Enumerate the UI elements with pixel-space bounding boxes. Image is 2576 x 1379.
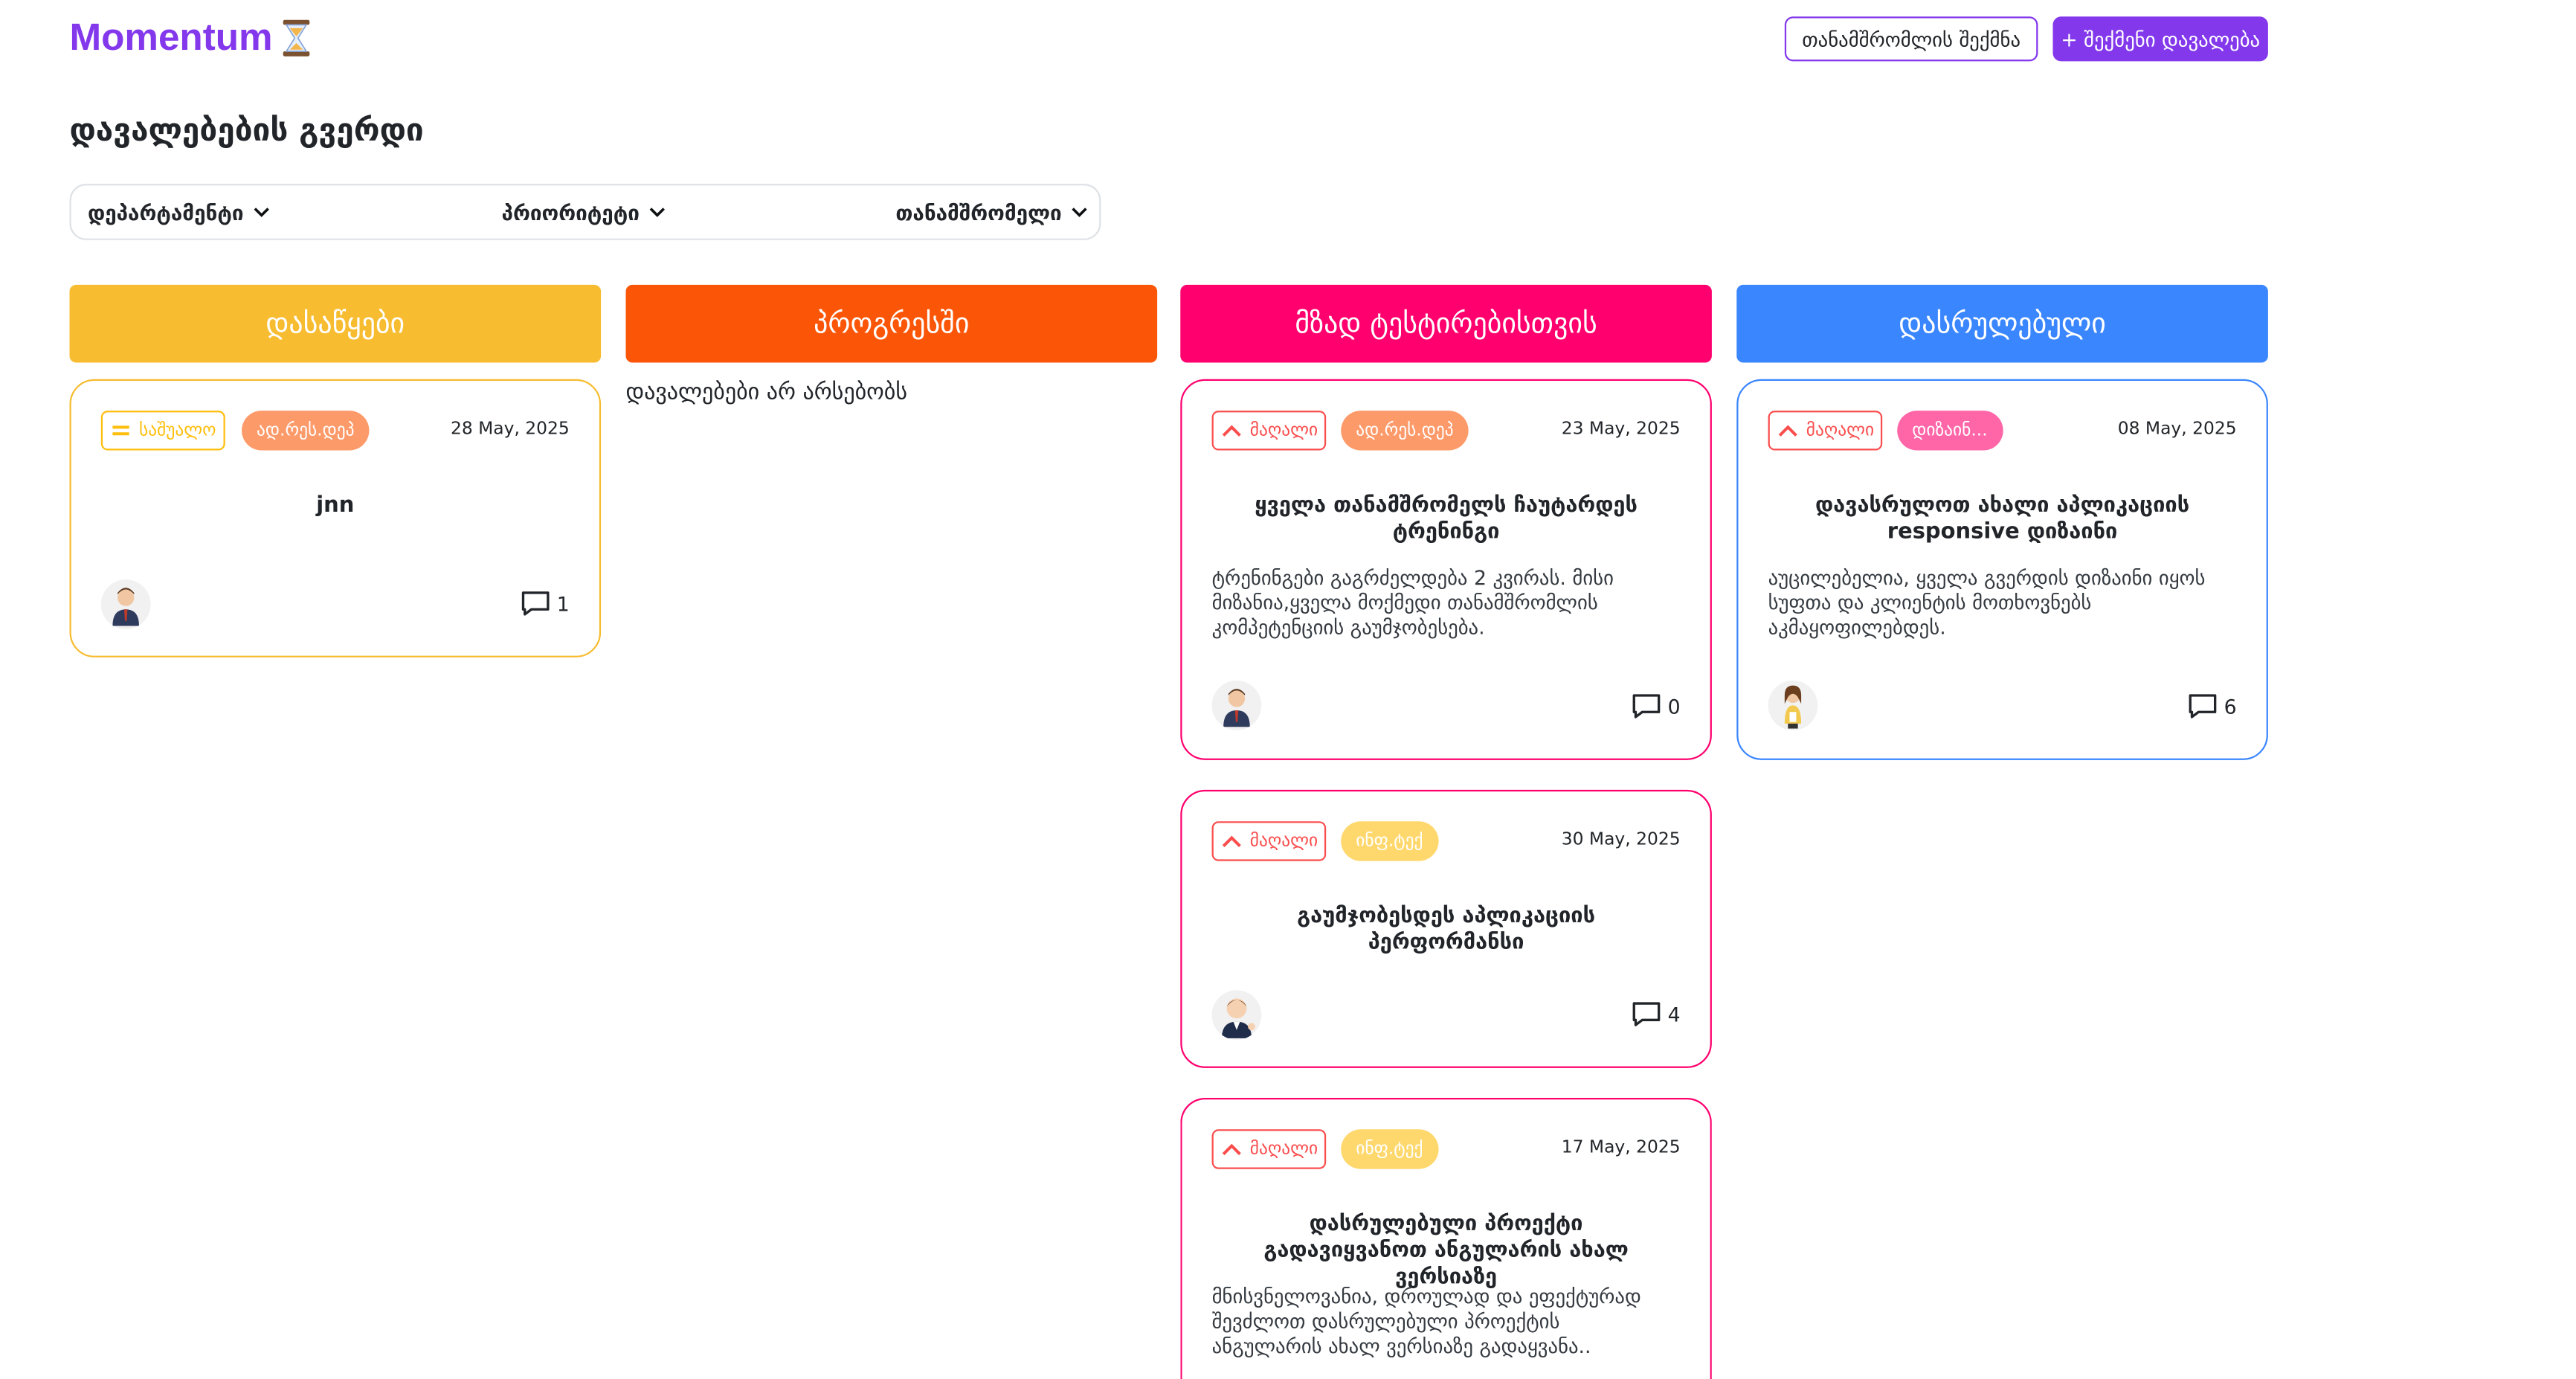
task-title: გაუმჯობესდეს აპლიკაციის პერფორმანსი xyxy=(1297,904,1596,956)
comments-count[interactable]: 0 xyxy=(1632,692,1681,721)
column-header-ready-for-testing: მზად ტესტირებისთვის xyxy=(1180,284,1712,363)
task-description: მნისვნელოვანია, დროულად და ეფექტურად შევ… xyxy=(1211,1285,1641,1358)
chevron-up-icon xyxy=(1222,835,1241,848)
filter-label: პრიორიტეტი xyxy=(501,199,640,225)
equals-icon xyxy=(112,425,129,436)
department-badge: ინფ.ტექ xyxy=(1341,821,1438,861)
filter-department[interactable]: დეპარტამენტი xyxy=(88,185,271,238)
task-title: დავასრულოთ ახალი აპლიკაციის responsive დ… xyxy=(1815,493,2190,545)
department-badge: ინფ.ტექ xyxy=(1341,1129,1438,1169)
priority-label: მაღალი xyxy=(1249,1139,1318,1160)
comments-count[interactable]: 6 xyxy=(2188,692,2237,721)
priority-badge: მაღალი xyxy=(1768,411,1883,451)
due-date: 30 May, 2025 xyxy=(1561,829,1681,850)
priority-label: მაღალი xyxy=(1249,420,1318,441)
comments-number: 0 xyxy=(1667,694,1681,719)
chevron-up-icon xyxy=(1222,425,1241,437)
chevron-down-icon xyxy=(1072,208,1088,217)
filter-priority[interactable]: პრიორიტეტი xyxy=(502,185,668,238)
due-date: 28 May, 2025 xyxy=(450,419,570,439)
task-title: jnn xyxy=(316,493,355,518)
task-description: აუცილებელია, ყველა გვერდის დიზაინი იყოს … xyxy=(1768,566,2206,640)
filter-label: დეპარტამენტი xyxy=(87,199,244,225)
priority-label: მაღალი xyxy=(1249,831,1318,852)
page-title: დავალებების გვერდი xyxy=(69,112,424,150)
assignee-avatar xyxy=(1211,990,1262,1041)
column-header-in-progress: პროგრესში xyxy=(625,284,1158,363)
task-description: ტრენინგები გაგრძელდება 2 კვირას. მისი მი… xyxy=(1211,566,1614,640)
comment-icon xyxy=(2189,694,2218,719)
task-card[interactable]: მაღალი დიზაინ... 08 May, 2025 დავასრულოთ… xyxy=(1736,379,2268,760)
filter-label: თანამშრომელი xyxy=(895,199,1062,225)
comments-count[interactable]: 4 xyxy=(1632,1000,1681,1029)
comments-count[interactable]: 1 xyxy=(521,590,570,618)
comment-icon xyxy=(1633,1002,1661,1026)
comment-icon xyxy=(1633,694,1661,719)
task-card[interactable]: მაღალი ად.რეს.დეპ 23 May, 2025 ყველა თან… xyxy=(1180,379,1712,760)
task-card[interactable]: საშუალო ად.რეს.დეპ 28 May, 2025 jnn 1 xyxy=(69,379,602,658)
create-employee-button[interactable]: თანამშრომლის შექმნა xyxy=(1784,16,2038,62)
chevron-up-icon xyxy=(1222,1143,1241,1156)
priority-badge: მაღალი xyxy=(1211,411,1327,451)
empty-column-message: დავალებები არ არსებობს xyxy=(625,379,908,406)
create-task-button[interactable]: + შექმენი დავალება xyxy=(2052,16,2268,62)
chevron-down-icon xyxy=(650,208,666,217)
column-header-done: დასრულებული xyxy=(1736,284,2268,363)
due-date: 17 May, 2025 xyxy=(1561,1137,1681,1158)
priority-badge: მაღალი xyxy=(1211,821,1327,861)
comment-icon xyxy=(522,591,550,616)
board-page: Momentum თანამშრომლის შექმნა + შექმენი დ… xyxy=(0,0,2576,1379)
department-badge: დიზაინ... xyxy=(1897,411,2003,451)
chevron-up-icon xyxy=(1778,425,1797,437)
hourglass-icon xyxy=(282,19,309,56)
due-date: 23 May, 2025 xyxy=(1561,419,1681,439)
filter-employee[interactable]: თანამშრომელი xyxy=(895,185,1089,238)
department-badge: ად.რეს.დეპ xyxy=(1341,411,1469,451)
priority-label: მაღალი xyxy=(1806,420,1875,441)
filter-bar: დეპარტამენტი პრიორიტეტი თანამშრომელი xyxy=(69,184,1101,240)
comments-number: 4 xyxy=(1667,1002,1681,1026)
assignee-avatar xyxy=(100,579,151,629)
priority-badge: მაღალი xyxy=(1211,1129,1327,1169)
chevron-down-icon xyxy=(254,208,270,217)
app-logo[interactable]: Momentum xyxy=(70,15,313,60)
column-header-to-start: დასაწყები xyxy=(69,284,602,363)
logo-text: Momentum xyxy=(69,15,273,58)
task-card[interactable]: მაღალი ინფ.ტექ 17 May, 2025 დასრულებული … xyxy=(1180,1097,1712,1379)
comments-number: 6 xyxy=(2224,694,2237,719)
priority-label: საშუალო xyxy=(139,420,216,441)
comments-number: 1 xyxy=(556,591,570,616)
department-badge: ად.რეს.დეპ xyxy=(242,411,370,451)
task-title: ყველა თანამშრომელს ჩაუტარდეს ტრენინგი xyxy=(1255,493,1638,545)
priority-badge: საშუალო xyxy=(100,411,225,451)
assignee-avatar xyxy=(1211,680,1262,730)
task-title: დასრულებული პროექტი გადავიყვანოთ ანგულარ… xyxy=(1263,1212,1629,1290)
due-date: 08 May, 2025 xyxy=(2117,419,2237,439)
task-card[interactable]: მაღალი ინფ.ტექ 30 May, 2025 გაუმჯობესდეს… xyxy=(1180,789,1712,1068)
assignee-avatar xyxy=(1768,680,1818,730)
